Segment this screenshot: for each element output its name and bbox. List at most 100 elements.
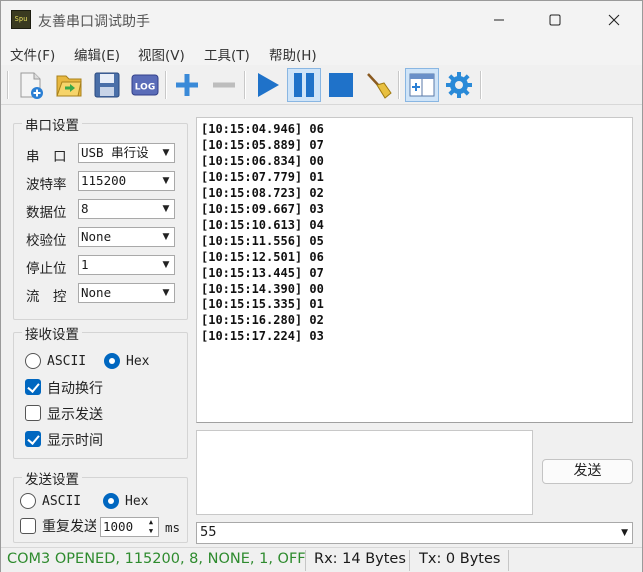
send-button[interactable]: 发送 <box>542 459 633 484</box>
stopbits-select[interactable]: 1 ▼ <box>78 255 175 275</box>
remove-icon <box>213 82 235 88</box>
receive-line: [10:15:08.723] 02 <box>201 185 324 200</box>
menu-tools[interactable]: 工具(T) <box>204 44 250 64</box>
add-button[interactable] <box>170 68 204 102</box>
receive-line: [10:15:10.613] 04 <box>201 217 324 232</box>
interval-unit: ms <box>165 520 181 535</box>
serial-settings-title: 串口设置 <box>22 114 82 134</box>
minimize-icon <box>494 19 504 21</box>
title-bar: Spu 友善串口调试助手 <box>1 1 642 39</box>
show-send-label: 显示发送 <box>47 407 103 423</box>
parity-select[interactable]: None ▼ <box>78 227 175 247</box>
receive-line: [10:15:09.667] 03 <box>201 201 324 216</box>
menu-edit[interactable]: 编辑(E) <box>74 44 120 64</box>
chevron-down-icon: ▼ <box>162 176 170 186</box>
app-icon: Spu <box>11 10 31 29</box>
toolbar-separator <box>165 71 167 99</box>
receive-display[interactable]: [10:15:04.946] 06 [10:15:05.889] 07 [10:15… <box>196 117 633 423</box>
log-button[interactable]: LOG <box>128 68 162 102</box>
chevron-down-icon: ▼ <box>162 232 170 242</box>
receive-line: [10:15:14.390] 00 <box>201 281 324 296</box>
databits-select[interactable]: 8 ▼ <box>78 199 175 219</box>
receive-line: [10:15:15.335] 01 <box>201 297 324 312</box>
repeat-interval-stepper[interactable]: 1000 ▲ ▼ <box>100 517 159 537</box>
send-ascii-radio[interactable] <box>20 493 36 509</box>
receive-hex-radio[interactable] <box>104 353 120 369</box>
svg-text:LOG: LOG <box>135 83 155 93</box>
save-icon <box>94 72 120 98</box>
receive-line: [10:15:13.445] 07 <box>201 265 324 280</box>
chevron-down-icon: ▼ <box>162 204 170 214</box>
chevron-down-icon: ▼ <box>162 288 170 298</box>
toolbar-separator <box>480 71 482 99</box>
receive-line: [10:15:05.889] 07 <box>201 137 324 152</box>
menu-help[interactable]: 帮助(H) <box>269 44 317 64</box>
repeat-send-checkbox[interactable] <box>20 518 36 534</box>
repeat-send-label: 重复发送 <box>42 519 96 535</box>
new-file-button[interactable] <box>14 68 48 102</box>
receive-hex-label: Hex <box>126 354 150 369</box>
baud-value: 115200 <box>81 173 127 188</box>
show-time-checkbox[interactable] <box>25 431 41 447</box>
databits-label: 数据位 <box>26 205 67 221</box>
window-layout-button[interactable] <box>405 68 439 102</box>
baud-label: 波特率 <box>26 177 67 193</box>
auto-newline-checkbox[interactable] <box>25 379 41 395</box>
menu-view[interactable]: 视图(V) <box>138 44 185 64</box>
port-label: 串 口 <box>26 149 67 165</box>
send-textarea[interactable] <box>196 430 533 515</box>
rx-count: Rx: 14 Bytes <box>314 551 406 567</box>
menu-file[interactable]: 文件(F) <box>10 44 55 64</box>
minimize-button[interactable] <box>471 1 527 39</box>
receive-settings-title: 接收设置 <box>22 323 82 343</box>
chevron-down-icon: ▼ <box>162 260 170 270</box>
broom-clear-icon <box>367 73 392 99</box>
send-ascii-label: ASCII <box>42 494 82 509</box>
close-button[interactable] <box>586 1 642 39</box>
stopbits-value: 1 <box>81 257 89 272</box>
open-folder-icon <box>56 75 82 97</box>
receive-line: [10:15:16.280] 02 <box>201 313 324 328</box>
spin-up-icon[interactable]: ▲ <box>146 518 156 527</box>
parity-label: 校验位 <box>26 233 67 249</box>
flow-control-select[interactable]: None ▼ <box>78 283 175 303</box>
maximize-button[interactable] <box>527 1 583 39</box>
show-send-checkbox[interactable] <box>25 405 41 421</box>
flow-control-value: None <box>81 285 112 300</box>
open-button[interactable] <box>52 68 86 102</box>
remove-button[interactable] <box>207 68 241 102</box>
receive-line: [10:15:11.556] 05 <box>201 233 324 248</box>
port-select[interactable]: USB 串行设 ▼ <box>78 143 175 163</box>
toolbar-grip <box>7 71 9 99</box>
parity-value: None <box>81 229 112 244</box>
settings-gear-icon <box>446 72 472 98</box>
clear-button[interactable] <box>361 68 395 102</box>
spin-down-icon[interactable]: ▼ <box>146 527 156 536</box>
receive-line: [10:15:07.779] 01 <box>201 169 324 184</box>
pause-button[interactable] <box>287 68 321 102</box>
save-button[interactable] <box>90 68 124 102</box>
chevron-down-icon: ▼ <box>621 528 628 538</box>
stop-button[interactable] <box>324 68 358 102</box>
play-button[interactable] <box>250 68 284 102</box>
status-divider <box>305 550 306 571</box>
receive-line: [10:15:17.224] 03 <box>201 329 324 344</box>
settings-button[interactable] <box>442 68 476 102</box>
receive-line: [10:15:12.501] 06 <box>201 249 324 264</box>
baud-select[interactable]: 115200 ▼ <box>78 171 175 191</box>
send-settings-title: 发送设置 <box>22 468 82 488</box>
chevron-down-icon: ▼ <box>162 148 170 158</box>
toolbar-separator <box>244 71 246 99</box>
status-divider <box>508 550 509 571</box>
send-history-select[interactable]: 55 ▼ <box>196 522 633 544</box>
send-hex-radio[interactable] <box>103 493 119 509</box>
receive-ascii-radio[interactable] <box>25 353 41 369</box>
receive-line: [10:15:04.946] 06 <box>201 122 324 136</box>
play-icon <box>258 73 279 97</box>
receive-ascii-label: ASCII <box>47 354 87 369</box>
toolbar-separator <box>398 71 400 99</box>
log-icon: LOG <box>131 74 159 96</box>
add-icon <box>176 74 198 96</box>
new-file-icon <box>20 72 43 99</box>
status-bar: COM3 OPENED, 115200, 8, NONE, 1, OFF Rx:… <box>1 547 642 572</box>
